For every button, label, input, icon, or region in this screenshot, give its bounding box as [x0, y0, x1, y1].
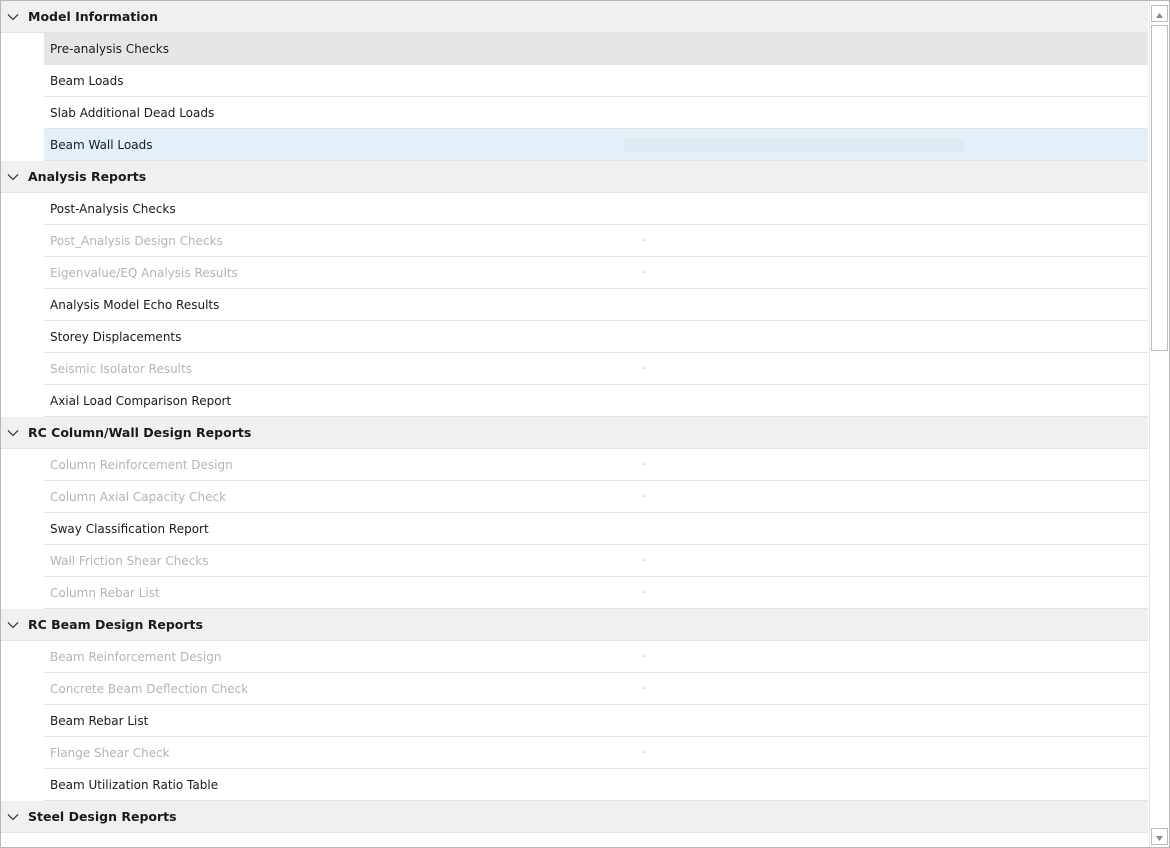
group-header-rc-column-wall-design-reports[interactable]: RC Column/Wall Design Reports [1, 417, 1148, 449]
report-item-slab-additional-dead-loads[interactable]: Slab Additional Dead Loads [44, 97, 1148, 129]
report-item-label: Column Reinforcement Design [50, 457, 233, 472]
report-tree-list: Model Information Pre-analysis Checks Beam… [1, 1, 1148, 833]
report-item-beam-wall-loads[interactable]: Beam Wall Loads [44, 129, 1148, 161]
report-item-label: Post-Analysis Checks [50, 201, 176, 216]
report-item-concrete-beam-deflection-check[interactable]: Concrete Beam Deflection Check - [44, 673, 1148, 705]
group-label: RC Beam Design Reports [28, 617, 203, 632]
report-item-label: Column Rebar List [50, 585, 160, 600]
report-status: - [642, 489, 646, 502]
group-header-analysis-reports[interactable]: Analysis Reports [1, 161, 1148, 193]
report-item-flange-shear-check[interactable]: Flange Shear Check - [44, 737, 1148, 769]
report-item-label: Axial Load Comparison Report [50, 393, 232, 408]
report-item-label: Beam Wall Loads [50, 137, 153, 152]
report-item-label: Beam Rebar List [50, 713, 149, 728]
report-item-label: Slab Additional Dead Loads [50, 105, 215, 120]
report-item-analysis-model-echo-results[interactable]: Analysis Model Echo Results [44, 289, 1148, 321]
chevron-down-icon[interactable] [6, 426, 20, 440]
scroll-down-button[interactable] [1151, 828, 1168, 845]
report-item-seismic-isolator-results[interactable]: Seismic Isolator Results - [44, 353, 1148, 385]
report-status: - [642, 585, 646, 598]
report-item-beam-utilization-ratio-table[interactable]: Beam Utilization Ratio Table [44, 769, 1148, 801]
report-tree-panel: Model Information Pre-analysis Checks Beam… [0, 0, 1170, 848]
group-header-rc-beam-design-reports[interactable]: RC Beam Design Reports [1, 609, 1148, 641]
report-item-label: Wall Friction Shear Checks [50, 553, 209, 568]
scroll-up-arrow-icon [1156, 7, 1163, 21]
report-item-storey-displacements[interactable]: Storey Displacements [44, 321, 1148, 353]
report-status: - [642, 265, 646, 278]
vertical-scrollbar[interactable] [1149, 1, 1169, 847]
report-item-pre-analysis-checks[interactable]: Pre-analysis Checks [44, 33, 1148, 65]
report-item-sway-classification-report[interactable]: Sway Classification Report [44, 513, 1148, 545]
report-status: - [642, 745, 646, 758]
chevron-down-icon[interactable] [6, 618, 20, 632]
scroll-up-button[interactable] [1151, 5, 1168, 22]
report-item-label: Eigenvalue/EQ Analysis Results [50, 265, 238, 280]
report-item-post-analysis-design-checks[interactable]: Post_Analysis Design Checks - [44, 225, 1148, 257]
report-item-label: Beam Utilization Ratio Table [50, 777, 219, 792]
report-item-wall-friction-shear-checks[interactable]: Wall Friction Shear Checks - [44, 545, 1148, 577]
group-header-model-information[interactable]: Model Information [1, 1, 1148, 33]
report-status: - [642, 233, 646, 246]
report-item-label: Beam Reinforcement Design [50, 649, 222, 664]
report-status: - [642, 681, 646, 694]
report-item-column-reinforcement-design[interactable]: Column Reinforcement Design - [44, 449, 1148, 481]
report-item-label: Column Axial Capacity Check [50, 489, 227, 504]
report-item-label: Sway Classification Report [50, 521, 209, 536]
row-hover-highlight [624, 138, 964, 152]
report-item-label: Analysis Model Echo Results [50, 297, 220, 312]
report-item-axial-load-comparison-report[interactable]: Axial Load Comparison Report [44, 385, 1148, 417]
scroll-thumb[interactable] [1151, 25, 1168, 351]
report-status: - [642, 457, 646, 470]
report-item-label: Storey Displacements [50, 329, 182, 344]
report-item-beam-loads[interactable]: Beam Loads [44, 65, 1148, 97]
report-status: - [642, 649, 646, 662]
report-item-label: Pre-analysis Checks [50, 41, 169, 56]
report-item-label: Concrete Beam Deflection Check [50, 681, 249, 696]
report-item-post-analysis-checks[interactable]: Post-Analysis Checks [44, 193, 1148, 225]
chevron-down-icon[interactable] [6, 810, 20, 824]
report-status: - [642, 361, 646, 374]
report-item-column-axial-capacity-check[interactable]: Column Axial Capacity Check - [44, 481, 1148, 513]
report-item-label: Beam Loads [50, 73, 124, 88]
report-item-label: Seismic Isolator Results [50, 361, 192, 376]
chevron-down-icon[interactable] [6, 170, 20, 184]
group-label: RC Column/Wall Design Reports [28, 425, 252, 440]
group-label: Steel Design Reports [28, 809, 177, 824]
group-header-steel-design-reports[interactable]: Steel Design Reports [1, 801, 1148, 833]
report-item-column-rebar-list[interactable]: Column Rebar List - [44, 577, 1148, 609]
report-status: - [642, 553, 646, 566]
group-label: Analysis Reports [28, 169, 147, 184]
chevron-down-icon[interactable] [6, 10, 20, 24]
report-item-eigenvalue-eq-analysis-results[interactable]: Eigenvalue/EQ Analysis Results - [44, 257, 1148, 289]
report-item-beam-rebar-list[interactable]: Beam Rebar List [44, 705, 1148, 737]
report-item-beam-reinforcement-design[interactable]: Beam Reinforcement Design - [44, 641, 1148, 673]
group-label: Model Information [28, 9, 159, 24]
scroll-down-arrow-icon [1156, 830, 1163, 844]
report-item-label: Flange Shear Check [50, 745, 170, 760]
report-item-label: Post_Analysis Design Checks [50, 233, 223, 248]
